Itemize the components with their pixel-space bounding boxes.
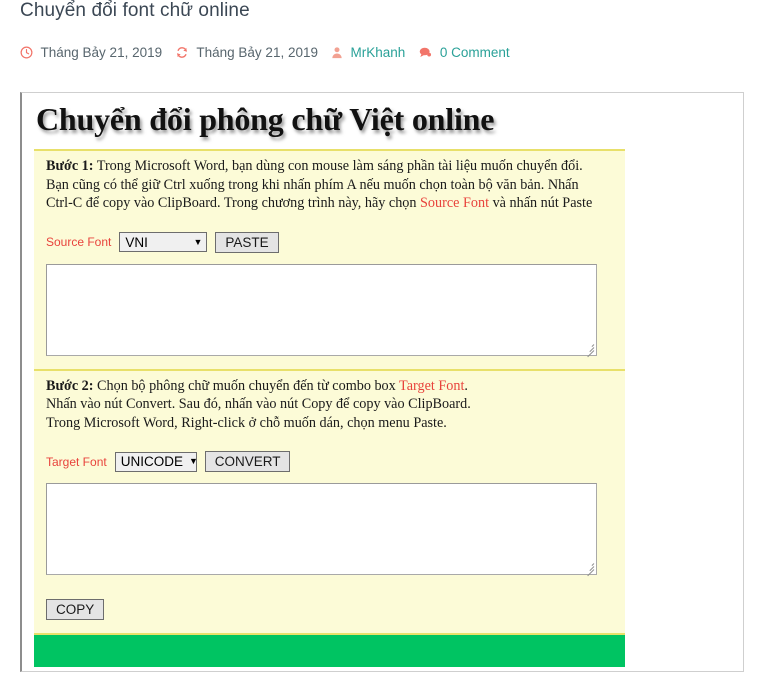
step1-line1: Trong Microsoft Word, bạn dùng con mouse… <box>93 158 583 174</box>
source-section: Source Font VNI ▼ PASTE <box>34 219 625 369</box>
source-font-value: VNI <box>125 234 148 250</box>
source-font-row: Source Font VNI ▼ PASTE <box>46 226 615 259</box>
user-icon <box>331 45 343 65</box>
step2-panel: Bước 2: Chọn bộ phông chữ muốn chuyển đế… <box>34 368 625 439</box>
step1-label: Bước 1: <box>46 158 94 174</box>
comments-link[interactable]: 0 Comment <box>440 45 510 60</box>
paste-button[interactable]: PASTE <box>215 231 279 253</box>
target-textarea[interactable] <box>46 483 597 577</box>
copy-row: COPY <box>46 594 615 626</box>
target-font-label: Target Font <box>46 454 107 469</box>
refresh-icon <box>175 45 189 65</box>
status-bar <box>34 635 625 667</box>
post-meta-row: Tháng Bảy 21, 2019 Tháng Bảy 21, 2019 Mr… <box>20 43 519 65</box>
step1-panel: Bước 1: Trong Microsoft Word, bạn dùng c… <box>34 149 625 220</box>
banner-title: Chuyển đổi phông chữ Việt online <box>36 101 495 137</box>
target-font-select[interactable]: UNICODE ▼ <box>114 451 198 472</box>
step2-line1b: . <box>464 377 468 394</box>
resize-grip-icon[interactable] <box>582 560 595 577</box>
page-title: Chuyển đổi font chữ online <box>20 0 250 21</box>
source-font-highlight: Source Font <box>420 195 490 211</box>
step2-text: Bước 2: Chọn bộ phông chữ muốn chuyển đế… <box>46 377 615 433</box>
target-textarea-wrap <box>46 478 615 581</box>
step2-line2: Nhấn vào nút Convert. Sau đó, nhấn vào n… <box>46 396 471 412</box>
copy-section: COPY <box>34 588 625 635</box>
converter-inner: Chuyển đổi phông chữ Việt online Bước 1:… <box>22 93 625 667</box>
author-item[interactable]: MrKhanh <box>331 43 406 65</box>
updated-date: Tháng Bảy 21, 2019 <box>196 45 318 60</box>
source-textarea-wrap <box>46 259 615 362</box>
published-date: Tháng Bảy 21, 2019 <box>40 45 163 60</box>
comment-icon <box>418 45 432 65</box>
source-textarea[interactable] <box>46 263 597 357</box>
target-section: Target Font UNICODE ▼ CONVERT <box>34 439 625 588</box>
published-date-item: Tháng Bảy 21, 2019 <box>20 43 162 65</box>
step1-line3a: Ctrl-C để copy vào ClipBoard. Trong chươ… <box>46 195 421 211</box>
chevron-down-icon: ▼ <box>193 236 203 247</box>
target-font-highlight: Target Font <box>399 377 465 394</box>
step2-label: Bước 2: <box>46 377 94 394</box>
target-font-row: Target Font UNICODE ▼ CONVERT <box>46 445 615 478</box>
converter-banner: Chuyển đổi phông chữ Việt online <box>22 93 613 149</box>
copy-button[interactable]: COPY <box>46 599 105 620</box>
step1-text: Bước 1: Trong Microsoft Word, bạn dùng c… <box>46 157 615 213</box>
author-link[interactable]: MrKhanh <box>351 45 406 60</box>
converter-frame: Chuyển đổi phông chữ Việt online Bước 1:… <box>20 92 744 672</box>
convert-button[interactable]: CONVERT <box>204 451 291 472</box>
source-font-select[interactable]: VNI ▼ <box>119 232 208 252</box>
step1-line2: Bạn cũng có thể giữ Ctrl xuống trong khi… <box>46 176 579 193</box>
step1-line3b: và nhấn nút Paste <box>489 195 593 211</box>
resize-grip-icon[interactable] <box>582 341 595 357</box>
chevron-down-icon: ▼ <box>188 456 198 466</box>
target-font-value: UNICODE <box>120 454 183 469</box>
clock-icon <box>20 45 33 65</box>
step2-line1a: Chọn bộ phông chữ muốn chuyển đến từ com… <box>93 377 400 394</box>
updated-date-item: Tháng Bảy 21, 2019 <box>175 43 318 65</box>
comments-item[interactable]: 0 Comment <box>418 43 510 65</box>
source-font-label: Source Font <box>46 235 112 249</box>
step2-line3: Trong Microsoft Word, Right-click ở chỗ … <box>46 414 447 431</box>
